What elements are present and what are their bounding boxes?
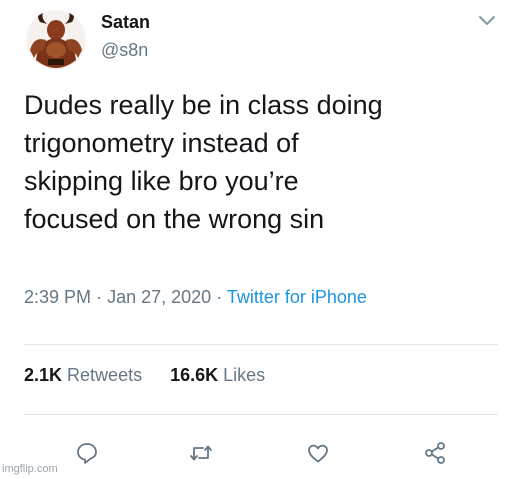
tweet-source-link[interactable]: Twitter for iPhone — [227, 287, 367, 307]
meta-separator: · — [96, 287, 103, 307]
avatar[interactable] — [26, 10, 86, 70]
share-icon — [425, 442, 445, 464]
retweet-button[interactable] — [186, 438, 216, 468]
tweet-card: Satan @s8n Dudes really be in class doin… — [0, 0, 521, 479]
tweet-date[interactable]: Jan 27, 2020 — [107, 287, 211, 307]
tweet-text: Dudes really be in class doing trigonome… — [24, 86, 504, 238]
demon-avatar-image — [26, 10, 86, 70]
tweet-text-line: skipping like bro you’re — [24, 166, 299, 196]
retweets-stat[interactable]: 2.1K Retweets — [24, 365, 142, 385]
likes-label: Likes — [223, 365, 266, 385]
reply-button[interactable] — [72, 438, 102, 468]
divider — [24, 414, 498, 415]
like-button[interactable] — [303, 438, 333, 468]
retweets-label: Retweets — [67, 365, 143, 385]
user-handle[interactable]: @s8n — [101, 40, 148, 61]
tweet-time[interactable]: 2:39 PM — [24, 287, 91, 307]
divider — [24, 344, 498, 345]
likes-count: 16.6K — [170, 365, 219, 385]
chevron-down-icon[interactable] — [477, 14, 497, 28]
meta-separator: · — [216, 287, 223, 307]
tweet-text-line: Dudes really be in class doing — [24, 90, 383, 120]
tweet-text-line: focused on the wrong sin — [24, 204, 325, 234]
reply-icon — [77, 443, 97, 464]
tweet-metadata: 2:39 PM · Jan 27, 2020 · Twitter for iPh… — [24, 287, 367, 308]
like-icon — [308, 444, 328, 463]
tweet-text-line: trigonometry instead of — [24, 128, 299, 158]
share-button[interactable] — [420, 438, 450, 468]
engagement-stats: 2.1K Retweets 16.6K Likes — [24, 365, 265, 386]
retweets-count: 2.1K — [24, 365, 63, 385]
likes-stat[interactable]: 16.6K Likes — [170, 365, 265, 385]
watermark: imgflip.com — [2, 463, 58, 475]
display-name[interactable]: Satan — [101, 12, 150, 33]
retweet-icon — [190, 445, 212, 461]
